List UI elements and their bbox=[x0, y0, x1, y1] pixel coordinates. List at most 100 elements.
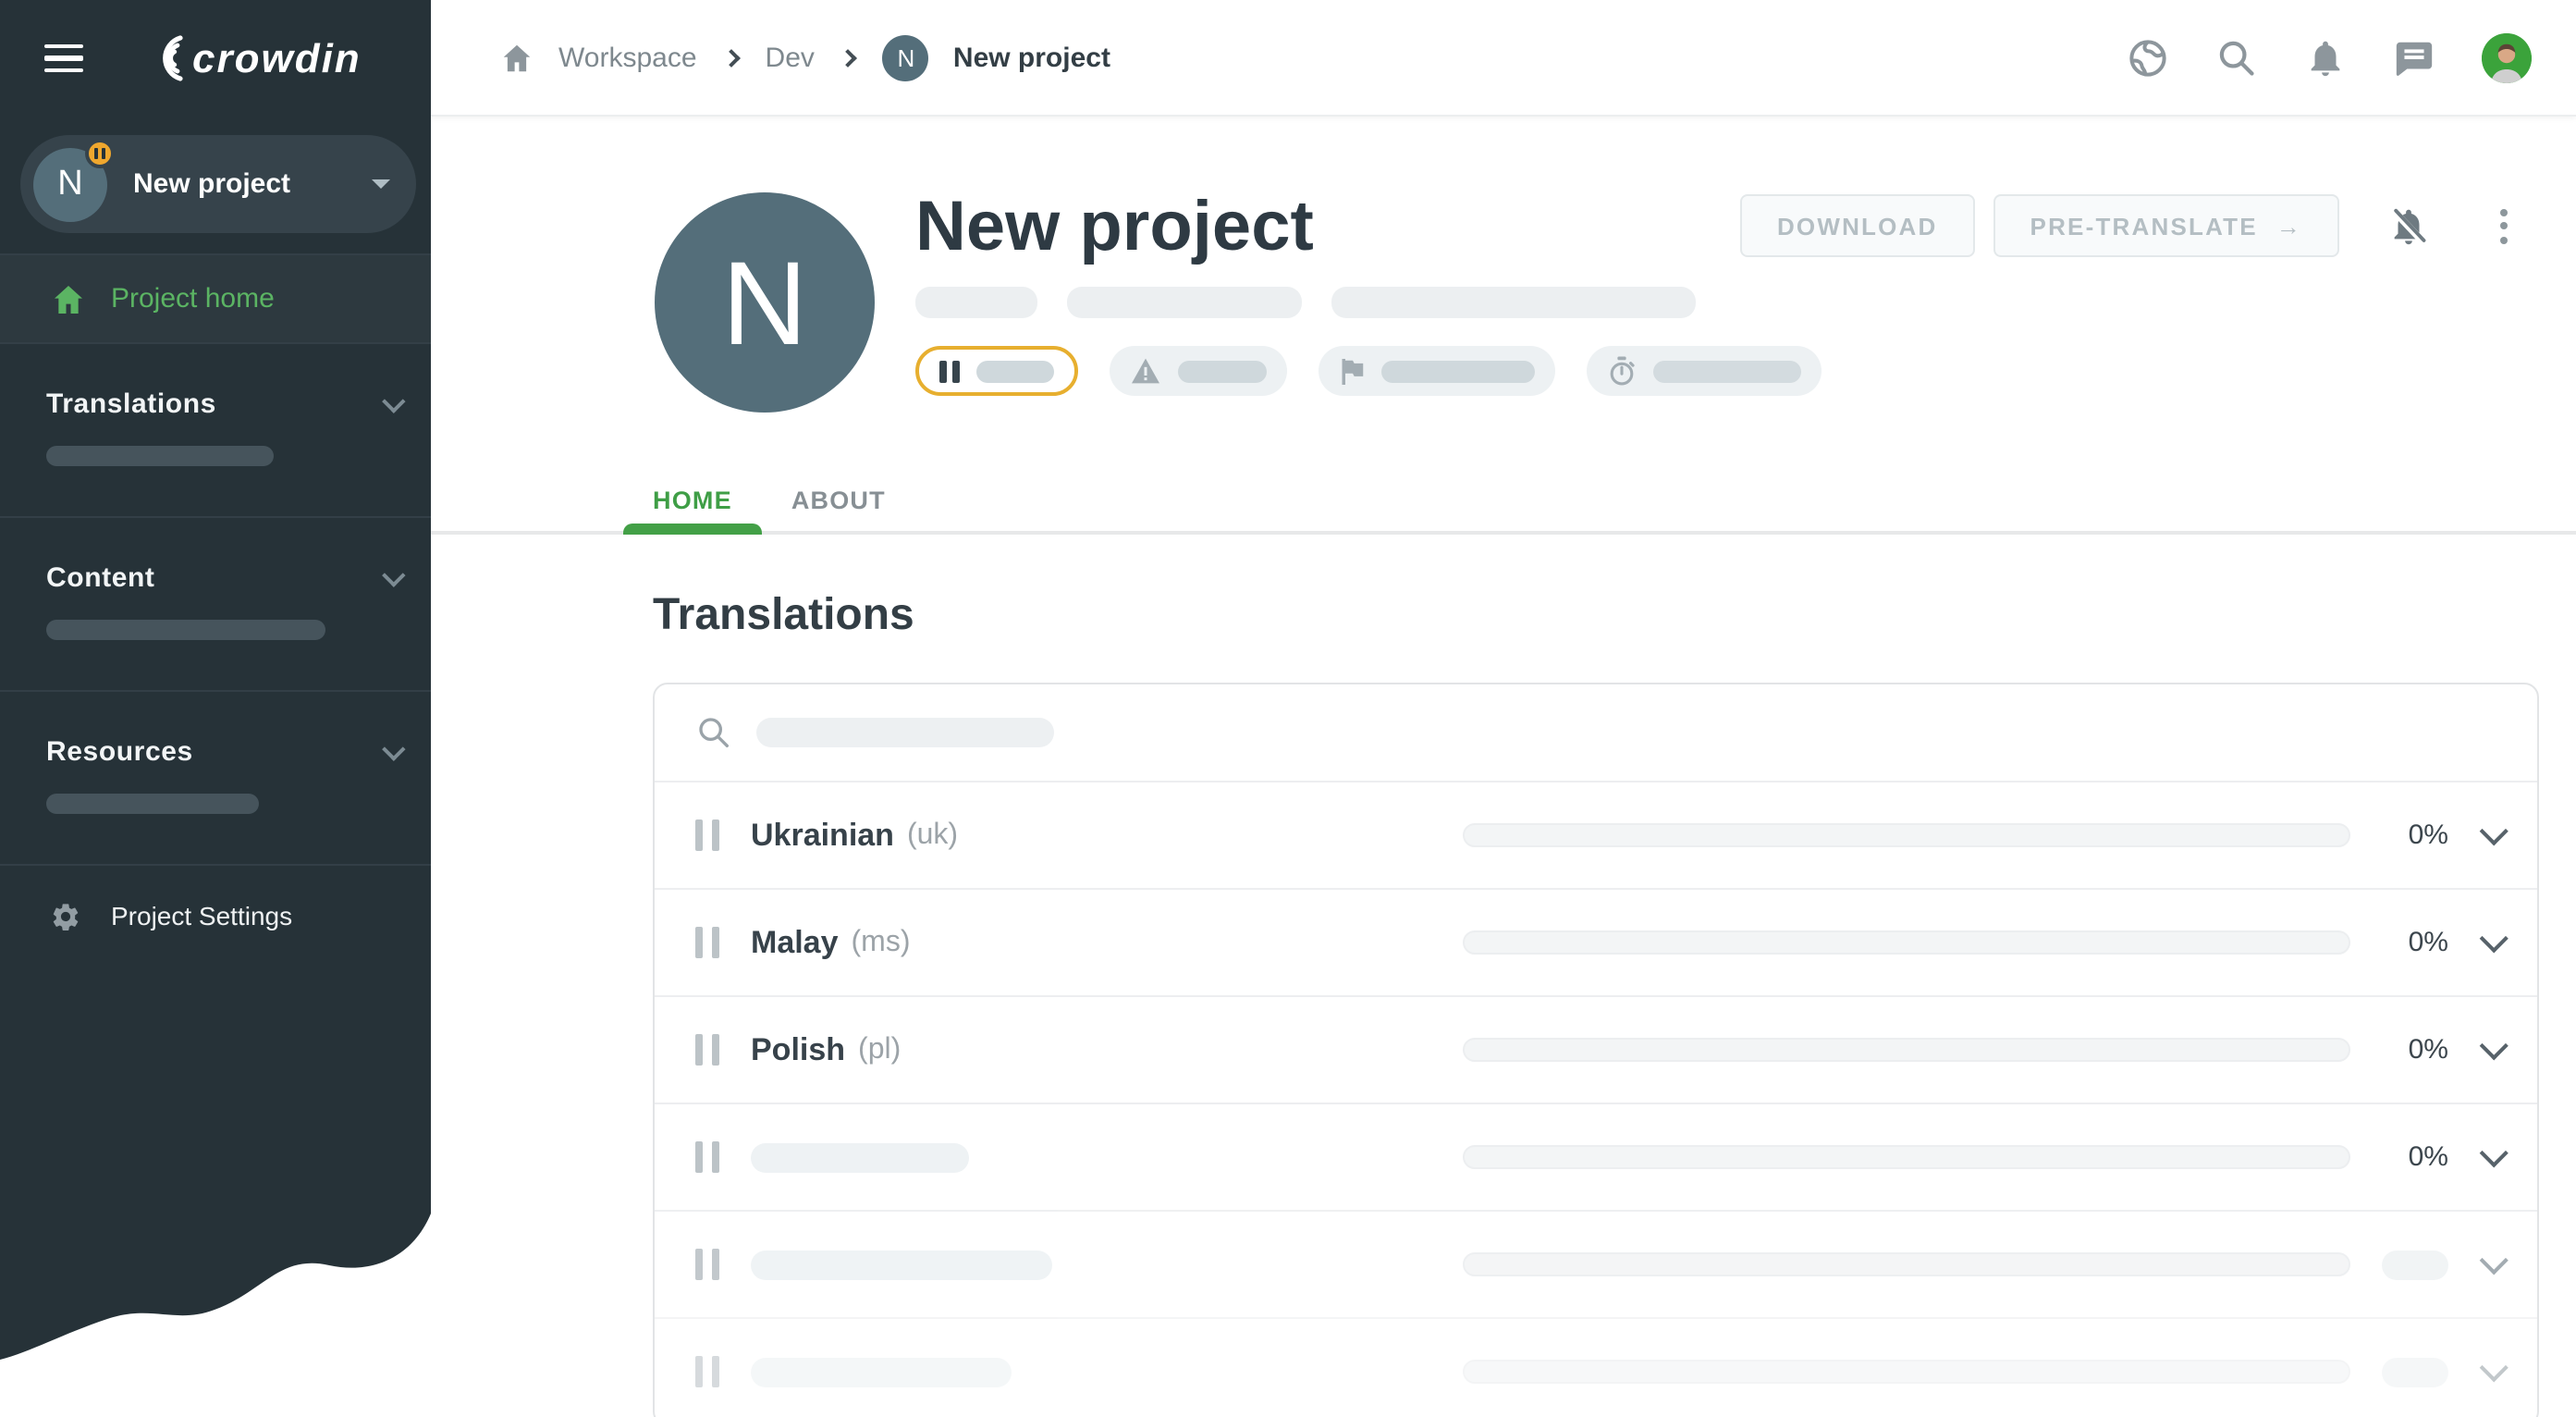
search-icon[interactable] bbox=[2215, 36, 2258, 79]
language-code: (uk) bbox=[907, 819, 958, 852]
drag-handle-icon[interactable] bbox=[695, 819, 719, 851]
sidebar-section-resources: Resources bbox=[0, 692, 431, 866]
sidebar-section-header-content[interactable]: Content bbox=[0, 562, 431, 594]
search-icon bbox=[695, 714, 732, 751]
skeleton bbox=[975, 360, 1053, 382]
skeleton bbox=[1652, 360, 1800, 382]
more-options-icon[interactable] bbox=[2496, 204, 2511, 247]
chevron-right-icon bbox=[722, 48, 741, 67]
goal-badge[interactable] bbox=[1318, 346, 1554, 396]
section-label: Resources bbox=[46, 736, 193, 768]
drag-handle-icon[interactable] bbox=[695, 1034, 719, 1066]
chevron-down-icon bbox=[382, 737, 405, 760]
drag-handle-icon[interactable] bbox=[695, 1249, 719, 1280]
tab-about[interactable]: ABOUT bbox=[762, 477, 915, 535]
language-row-loading[interactable] bbox=[655, 1317, 2537, 1417]
project-actions: DOWNLOAD PRE-TRANSLATE → bbox=[1740, 194, 2511, 257]
project-switcher[interactable]: N New project bbox=[20, 135, 416, 233]
crowdin-app: crowdin N New project Project home Trans… bbox=[0, 0, 2576, 1417]
topbar: Workspace Dev N New project bbox=[431, 0, 2576, 117]
issues-badge[interactable] bbox=[1109, 346, 1286, 396]
project-title-block: New project bbox=[915, 191, 1821, 396]
drag-handle-icon[interactable] bbox=[695, 1356, 719, 1387]
sidebar: crowdin N New project Project home Trans… bbox=[0, 0, 431, 1417]
skeleton bbox=[1331, 287, 1696, 318]
chevron-down-icon[interactable] bbox=[2480, 924, 2509, 953]
main-content: N New project bbox=[431, 117, 2576, 1417]
language-search-input[interactable] bbox=[655, 684, 2537, 781]
sidebar-item-label: Project home bbox=[111, 283, 275, 314]
crowdin-logo-mark bbox=[131, 33, 187, 83]
language-row-loading[interactable]: 0% bbox=[655, 1103, 2537, 1210]
breadcrumb-group[interactable]: Dev bbox=[766, 42, 815, 73]
language-row-malay[interactable]: Malay (ms) 0% bbox=[655, 888, 2537, 995]
language-row-loading[interactable] bbox=[655, 1210, 2537, 1317]
sidebar-skeleton bbox=[46, 446, 274, 466]
skeleton bbox=[1067, 287, 1302, 318]
progress-percent: 0% bbox=[2374, 927, 2448, 958]
translations-section-title: Translations bbox=[653, 590, 2576, 642]
skeleton bbox=[915, 287, 1037, 318]
caret-down-icon bbox=[372, 179, 390, 189]
paused-status-badge-icon bbox=[85, 139, 115, 168]
drag-handle-icon[interactable] bbox=[695, 927, 719, 958]
project-meta-skeletons bbox=[915, 287, 1821, 318]
sidebar-section-content: Content bbox=[0, 518, 431, 692]
breadcrumb-workspace[interactable]: Workspace bbox=[558, 42, 697, 73]
paused-badge[interactable] bbox=[915, 346, 1077, 396]
progress-bar bbox=[1463, 1038, 2350, 1062]
download-button[interactable]: DOWNLOAD bbox=[1740, 194, 1975, 257]
chevron-down-icon[interactable] bbox=[2480, 1139, 2509, 1167]
progress-bar bbox=[1463, 1252, 2350, 1276]
crowdin-logo[interactable]: crowdin bbox=[131, 33, 362, 83]
progress-bar bbox=[1463, 1145, 2350, 1169]
chevron-down-icon bbox=[382, 389, 405, 413]
drag-handle-icon[interactable] bbox=[695, 1141, 719, 1173]
sidebar-item-project-settings[interactable]: Project Settings bbox=[0, 877, 431, 955]
language-row-polish[interactable]: Polish (pl) 0% bbox=[655, 995, 2537, 1103]
pre-translate-button[interactable]: PRE-TRANSLATE → bbox=[1993, 194, 2339, 257]
progress-bar bbox=[1463, 930, 2350, 955]
user-avatar[interactable] bbox=[2482, 32, 2532, 82]
section-label: Translations bbox=[46, 388, 216, 420]
topbar-icons bbox=[2127, 32, 2532, 82]
chevron-down-icon[interactable] bbox=[2480, 1353, 2509, 1382]
progress-percent: 0% bbox=[2374, 1034, 2448, 1066]
breadcrumb-project-avatar: N bbox=[883, 34, 929, 80]
warning-icon bbox=[1129, 357, 1160, 385]
progress-percent: 0% bbox=[2374, 1141, 2448, 1173]
chevron-down-icon[interactable] bbox=[2480, 1031, 2509, 1060]
language-name-skeleton bbox=[751, 1250, 1052, 1279]
language-name: Malay bbox=[751, 924, 839, 961]
translations-card: Ukrainian (uk) 0% Malay (ms) 0% Polish (… bbox=[653, 683, 2539, 1417]
pause-icon bbox=[939, 360, 959, 382]
mute-notifications-icon[interactable] bbox=[2387, 204, 2430, 247]
globe-icon[interactable] bbox=[2127, 36, 2169, 79]
language-name-skeleton bbox=[751, 1357, 1012, 1386]
home-icon[interactable] bbox=[499, 40, 534, 75]
chat-icon[interactable] bbox=[2393, 36, 2435, 79]
pre-translate-label: PRE-TRANSLATE bbox=[2030, 212, 2258, 240]
project-header: N New project bbox=[431, 117, 2576, 477]
tab-home[interactable]: HOME bbox=[623, 477, 762, 535]
sidebar-section-header-resources[interactable]: Resources bbox=[0, 736, 431, 768]
progress-percent: 0% bbox=[2374, 819, 2448, 851]
sidebar-section-translations: Translations bbox=[0, 344, 431, 518]
breadcrumb: Workspace Dev N New project bbox=[499, 34, 1110, 80]
chevron-down-icon[interactable] bbox=[2480, 817, 2509, 845]
project-switcher-name: New project bbox=[133, 168, 290, 200]
language-row-ukrainian[interactable]: Ukrainian (uk) 0% bbox=[655, 781, 2537, 888]
language-name: Polish bbox=[751, 1031, 845, 1068]
progress-percent-skeleton bbox=[2382, 1250, 2448, 1279]
skeleton bbox=[1177, 360, 1266, 382]
activity-badge[interactable] bbox=[1586, 346, 1821, 396]
sidebar-section-header-translations[interactable]: Translations bbox=[0, 388, 431, 420]
crowdin-logo-text: crowdin bbox=[192, 34, 362, 82]
sidebar-item-project-home[interactable]: Project home bbox=[0, 253, 431, 344]
hamburger-menu-icon[interactable] bbox=[44, 44, 83, 73]
arrow-right-icon: → bbox=[2276, 212, 2302, 240]
sidebar-item-label: Project Settings bbox=[111, 901, 292, 930]
chevron-down-icon[interactable] bbox=[2480, 1246, 2509, 1275]
bell-icon[interactable] bbox=[2304, 36, 2347, 79]
progress-percent-skeleton bbox=[2382, 1357, 2448, 1386]
